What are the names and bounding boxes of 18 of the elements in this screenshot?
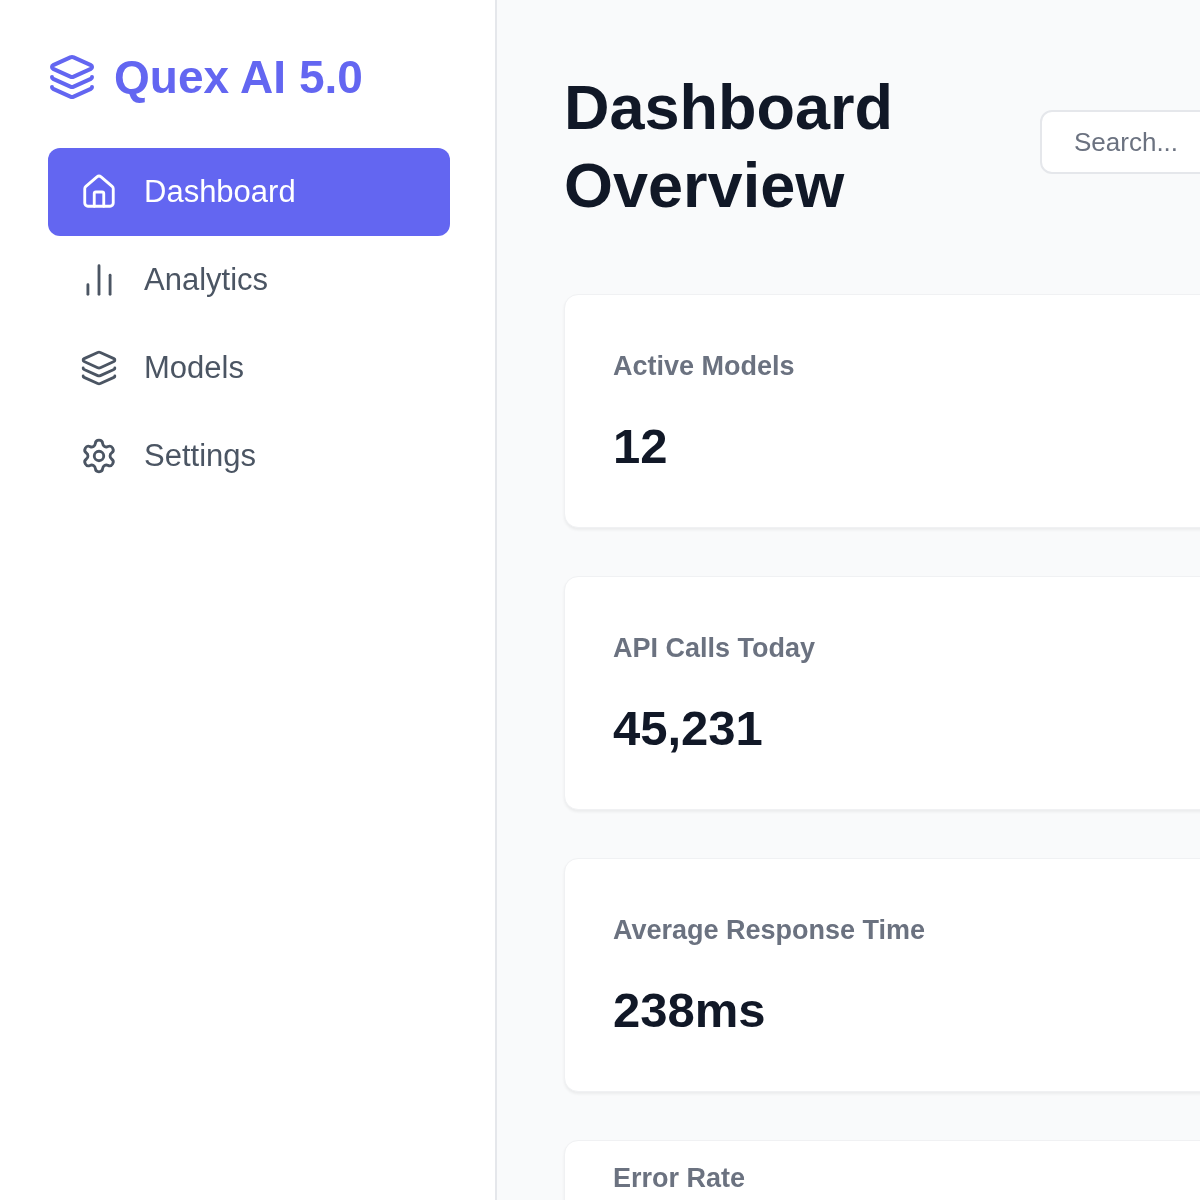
stat-label: Active Models (613, 351, 796, 382)
search-field[interactable]: Search... (1040, 110, 1200, 174)
home-icon (80, 173, 118, 211)
settings-icon (80, 437, 118, 475)
stat-label: Error Rate (613, 1163, 747, 1194)
stat-value: 238ms (613, 982, 767, 1038)
page-title: Dashboard Overview (564, 71, 895, 222)
app-logo-title: Quex AI 5.0 (114, 50, 363, 104)
stat-label: API Calls Today (613, 633, 817, 664)
layers-icon (48, 53, 96, 101)
stat-value: 45,231 (613, 700, 764, 756)
stat-label: Average Response Time (613, 915, 927, 946)
sidebar-item[interactable]: Models (48, 324, 450, 412)
sidebar-item[interactable]: Dashboard (48, 148, 450, 236)
sidebar-item[interactable]: Settings (48, 412, 450, 500)
layers-icon (80, 349, 118, 387)
sidebar-item[interactable]: Analytics (48, 236, 450, 324)
stat-value: 12 (613, 418, 669, 474)
